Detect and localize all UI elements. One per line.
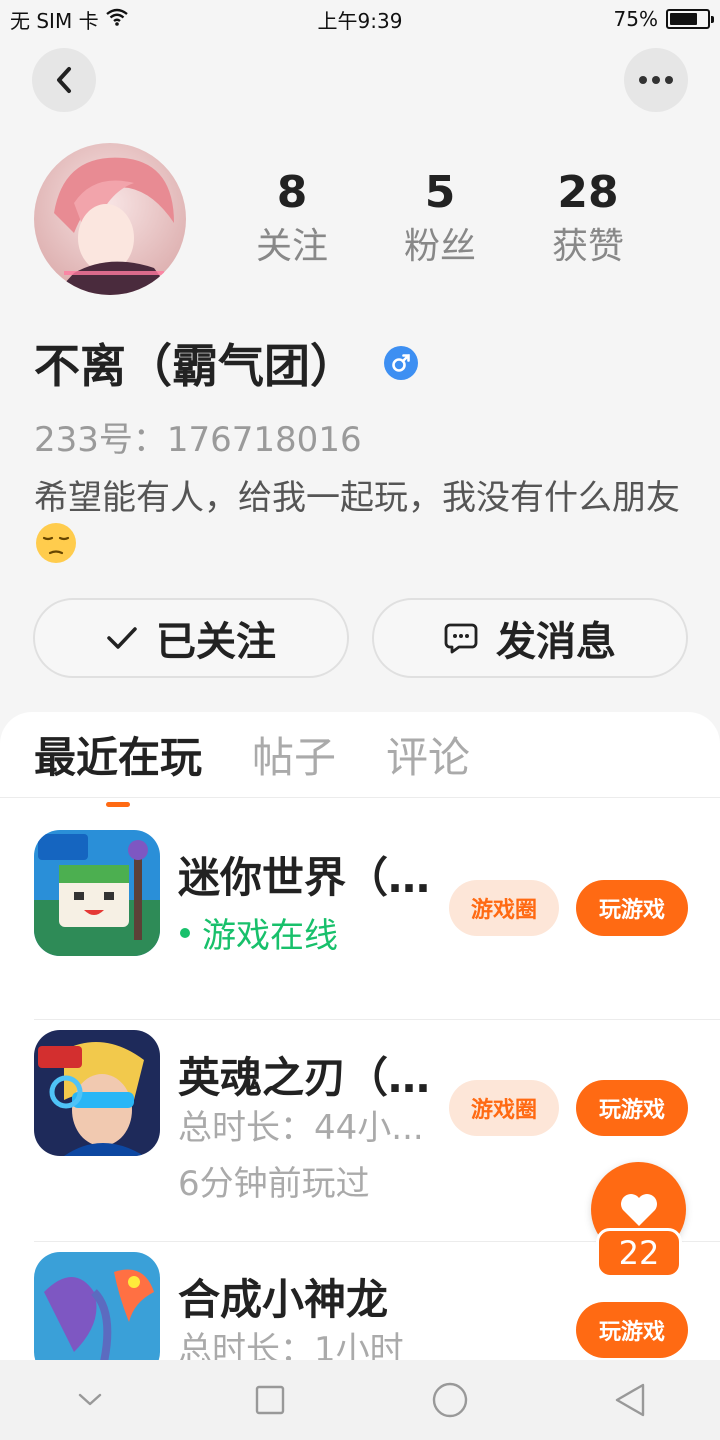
play-duration: 总时长：1小时	[178, 1330, 404, 1360]
chevron-left-icon	[57, 67, 71, 93]
status-bar: 无 SIM 卡 上午9:39 75%	[0, 0, 720, 38]
chevron-down-icon	[78, 1393, 102, 1406]
stat-label: 获赞	[551, 226, 624, 267]
chat-bubble-icon	[444, 623, 478, 654]
game-circle-button[interactable]: 游戏圈	[449, 880, 559, 936]
battery-text: 75%	[613, 7, 658, 31]
nav-home-button[interactable]	[410, 1360, 490, 1440]
tab-comments[interactable]: 评论	[386, 724, 470, 785]
follow-button[interactable]: 已关注	[33, 598, 349, 678]
play-game-button[interactable]: 玩游戏	[576, 880, 688, 936]
stat-followers[interactable]: 5 粉丝	[366, 165, 514, 273]
square-icon	[255, 1385, 285, 1415]
online-status: 游戏在线	[178, 908, 433, 957]
play-game-button[interactable]: 玩游戏	[576, 1302, 688, 1358]
carrier-text: 无 SIM 卡	[10, 8, 99, 33]
stat-value: 5	[424, 167, 456, 218]
bio-text: 希望能有人，给我一起玩，我没有什么朋友	[34, 478, 680, 518]
stat-likes[interactable]: 28 获赞	[514, 165, 662, 273]
avatar[interactable]	[34, 143, 186, 295]
bio: 希望能有人，给我一起玩，我没有什么朋友	[34, 475, 684, 577]
list-item[interactable]: 迷你世界（... 游戏在线 游戏圈 玩游戏	[0, 798, 720, 1020]
game-title: 迷你世界（...	[178, 853, 433, 902]
stat-value: 8	[276, 167, 308, 218]
circle-icon	[432, 1382, 468, 1418]
more-button[interactable]	[624, 48, 688, 112]
game-icon-mini-world[interactable]	[34, 830, 160, 956]
tab-bar: 最近在玩 帖子 评论	[0, 712, 720, 807]
like-count: 22	[596, 1228, 682, 1278]
message-label: 发消息	[496, 619, 616, 665]
tab-recent-games[interactable]: 最近在玩	[34, 724, 202, 807]
profile-stats: 8 关注 5 粉丝 28 获赞	[218, 165, 662, 273]
wifi-icon	[105, 7, 129, 32]
game-icon-heroes-blade[interactable]	[34, 1030, 160, 1156]
nav-recents-button[interactable]	[230, 1360, 310, 1440]
male-icon	[384, 346, 418, 380]
battery-icon	[666, 9, 714, 29]
more-dots-icon	[639, 76, 673, 84]
check-icon	[107, 627, 137, 649]
game-title: 英魂之刃（...	[178, 1053, 433, 1102]
play-game-button[interactable]: 玩游戏	[576, 1080, 688, 1136]
stat-label: 关注	[255, 226, 328, 267]
follow-label: 已关注	[156, 619, 276, 665]
play-duration: 总时长：44小...	[178, 1108, 424, 1148]
online-text: 游戏在线	[202, 916, 338, 956]
last-played: 6分钟前玩过	[178, 1164, 370, 1204]
tab-posts[interactable]: 帖子	[252, 724, 336, 785]
account-id: 233号：176718016	[34, 420, 362, 460]
system-nav-bar	[0, 1360, 720, 1440]
online-dot-icon	[180, 927, 190, 938]
pensive-emoji-icon	[34, 521, 78, 577]
game-circle-button[interactable]: 游戏圈	[449, 1080, 559, 1136]
heart-icon	[620, 1193, 657, 1226]
status-right: 75%	[613, 7, 714, 31]
nav-back-button[interactable]	[590, 1360, 670, 1440]
stat-value: 28	[557, 167, 619, 218]
username: 不离（霸气团）	[34, 339, 356, 393]
back-button[interactable]	[32, 48, 96, 112]
status-left: 无 SIM 卡	[10, 5, 129, 34]
battery-fill	[670, 13, 697, 25]
username-row: 不离（霸气团）	[34, 330, 418, 396]
stat-following[interactable]: 8 关注	[218, 165, 366, 273]
triangle-back-icon	[615, 1383, 645, 1417]
stat-label: 粉丝	[403, 226, 476, 267]
message-button[interactable]: 发消息	[372, 598, 688, 678]
game-title: 合成小神龙	[178, 1275, 389, 1324]
nav-collapse-button[interactable]	[50, 1360, 130, 1440]
game-icon-little-dragon[interactable]	[34, 1252, 160, 1360]
